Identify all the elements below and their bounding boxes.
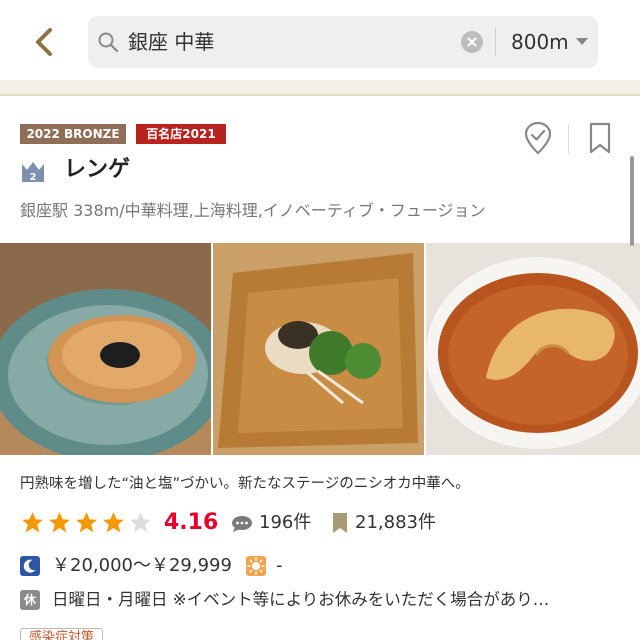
star-filled-icon bbox=[76, 512, 97, 533]
chevron-left-icon bbox=[36, 28, 52, 56]
star-filled-icon bbox=[103, 512, 124, 533]
visited-button[interactable] bbox=[523, 121, 553, 155]
bookmark-count-icon bbox=[333, 513, 347, 533]
rank-number: 2 bbox=[30, 172, 37, 183]
rating-stars bbox=[20, 510, 153, 536]
award-badge: 2022 BRONZE bbox=[20, 124, 126, 144]
scrollbar[interactable] bbox=[630, 156, 634, 246]
section-separator bbox=[0, 80, 640, 94]
top-bar: 銀座 中華 800m bbox=[0, 0, 640, 80]
clear-icon bbox=[467, 37, 477, 47]
hyakumeiten-badge: 百名店2021 bbox=[136, 124, 226, 144]
search-icon bbox=[98, 32, 119, 53]
clear-search-button[interactable] bbox=[461, 31, 483, 53]
separator-line bbox=[0, 94, 640, 96]
search-bar[interactable]: 銀座 中華 800m bbox=[88, 16, 598, 68]
back-button[interactable] bbox=[28, 24, 64, 60]
moon-icon bbox=[20, 556, 40, 576]
icon-divider bbox=[568, 124, 569, 154]
star-empty-icon bbox=[130, 512, 151, 533]
photo-thumbnail-2[interactable] bbox=[213, 243, 424, 455]
photo-thumbnail-3[interactable] bbox=[426, 243, 640, 455]
search-input[interactable]: 銀座 中華 bbox=[128, 28, 214, 56]
lunch-price: - bbox=[276, 555, 283, 576]
search-divider bbox=[495, 28, 496, 56]
review-count[interactable]: 196件 bbox=[259, 509, 311, 537]
rating-score[interactable]: 4.16 bbox=[164, 508, 218, 538]
photo-thumbnail-1[interactable] bbox=[0, 243, 211, 455]
star-filled-icon bbox=[22, 512, 43, 533]
crown-rank-icon: 2 bbox=[20, 158, 46, 184]
star-filled-icon bbox=[49, 512, 70, 533]
sun-icon bbox=[246, 556, 266, 576]
restaurant-name[interactable]: レンゲ bbox=[64, 154, 130, 186]
caret-down-icon[interactable] bbox=[576, 38, 588, 45]
holiday-icon: 休 bbox=[20, 590, 40, 610]
visited-check-icon bbox=[524, 121, 552, 155]
holiday-text: 日曜日・月曜日 ※イベント等によりお休みをいただく場合があり… bbox=[52, 590, 550, 609]
dinner-price: ￥20,000～￥29,999 bbox=[52, 555, 232, 576]
distance-select[interactable]: 800m bbox=[511, 28, 569, 56]
restaurant-info: 銀座駅 338m/中華料理,上海料理,イノベーティブ・フュージョン bbox=[20, 201, 486, 220]
save-count: 21,883件 bbox=[355, 512, 436, 533]
covid-measures-tag: 感染症対策 bbox=[20, 628, 104, 640]
bookmark-icon bbox=[589, 122, 611, 154]
bookmark-button[interactable] bbox=[587, 121, 613, 155]
speech-bubble-icon bbox=[232, 516, 252, 532]
catchphrase: 円熟味を増した“油と塩”づかい。新たなステージのニシオカ中華へ。 bbox=[20, 476, 470, 492]
